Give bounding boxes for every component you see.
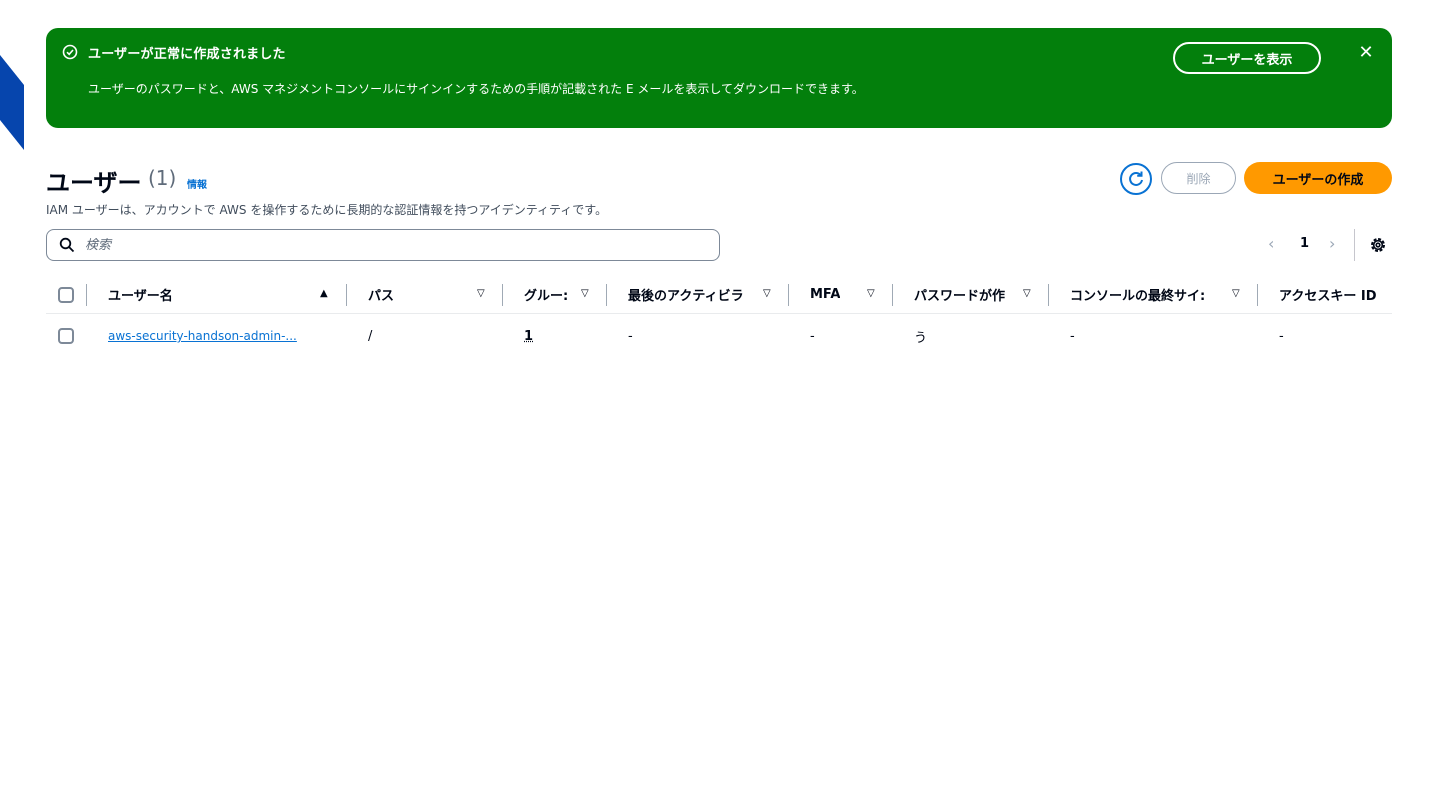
column-separator[interactable]: [606, 284, 607, 306]
refresh-button[interactable]: [1120, 163, 1152, 195]
flash-description: ユーザーのパスワードと、AWS マネジメントコンソールにサインインするための手順…: [88, 82, 864, 96]
flash-title: ユーザーが正常に作成されました: [88, 47, 286, 62]
column-header-label: パス: [368, 289, 395, 304]
column-separator[interactable]: [788, 284, 789, 306]
column-separator[interactable]: [346, 284, 347, 306]
groups-cell: 1: [524, 314, 584, 358]
sort-icon[interactable]: ▽: [581, 288, 589, 299]
user-name-link[interactable]: aws-security-handson-admin-...: [108, 329, 297, 343]
groups-count[interactable]: 1: [524, 329, 533, 344]
last-activity-cell: -: [628, 328, 633, 344]
column-header-last-activity[interactable]: 最後のアクティビラ: [628, 276, 756, 313]
column-header-label: アクセスキー ID: [1279, 289, 1377, 304]
sort-icon[interactable]: ▽: [1023, 288, 1031, 299]
column-header-access-key-id[interactable]: アクセスキー ID: [1279, 276, 1392, 313]
column-separator[interactable]: [892, 284, 893, 306]
column-header-label: コンソールの最終サイ:: [1070, 289, 1206, 304]
column-header-label: パスワードが作: [914, 289, 1006, 304]
close-icon[interactable]: ✕: [1354, 40, 1378, 64]
sort-icon[interactable]: ▽: [763, 288, 771, 299]
users-table: ユーザー名 ▲ パス ▽ グルー: ▽ 最後のアクティビラ ▽ MFA ▽ パス…: [46, 276, 1392, 358]
view-user-button[interactable]: ユーザーを表示: [1173, 42, 1321, 74]
next-page-icon[interactable]: ›: [1329, 234, 1335, 253]
sort-ascending-icon[interactable]: ▲: [320, 288, 328, 299]
info-link[interactable]: 情報: [187, 176, 207, 191]
access-key-id-cell: -: [1279, 328, 1284, 344]
edge-decoration: [0, 55, 24, 150]
select-all-cell: [58, 276, 74, 313]
column-header-mfa[interactable]: MFA: [810, 276, 860, 313]
delete-button[interactable]: 削除: [1161, 162, 1236, 194]
column-header-password-age[interactable]: パスワードが作: [914, 276, 1018, 313]
check-circle-icon: [62, 44, 78, 60]
divider: [1354, 229, 1355, 261]
column-header-label: グルー:: [524, 289, 569, 304]
sort-icon[interactable]: ▽: [867, 288, 875, 299]
select-all-checkbox[interactable]: [58, 286, 74, 303]
column-header-label: 最後のアクティビラ: [628, 289, 744, 304]
user-count: (1): [148, 166, 177, 190]
column-header-groups[interactable]: グルー:: [524, 276, 572, 313]
column-separator[interactable]: [1048, 284, 1049, 306]
user-name-cell: aws-security-handson-admin-...: [108, 314, 326, 358]
column-header-label: MFA: [810, 287, 841, 302]
create-user-button[interactable]: ユーザーの作成: [1244, 162, 1392, 194]
mfa-cell: -: [810, 328, 815, 344]
gear-icon[interactable]: [1368, 235, 1388, 255]
refresh-icon: [1129, 171, 1143, 186]
sort-icon[interactable]: ▽: [477, 288, 485, 299]
page-description: IAM ユーザーは、アカウントで AWS を操作するために長期的な認証情報を持つ…: [46, 203, 608, 217]
table-header: ユーザー名 ▲ パス ▽ グルー: ▽ 最後のアクティビラ ▽ MFA ▽ パス…: [46, 276, 1392, 314]
table-row: aws-security-handson-admin-... / 1 - - う…: [46, 314, 1392, 358]
column-header-console-last-signin[interactable]: コンソールの最終サイ:: [1070, 276, 1226, 313]
success-flash-banner: ユーザーが正常に作成されました ユーザーのパスワードと、AWS マネジメントコン…: [46, 28, 1392, 128]
search-icon: [59, 237, 75, 253]
path-cell: /: [368, 328, 373, 344]
current-page[interactable]: 1: [1300, 236, 1309, 251]
column-header-user-name[interactable]: ユーザー名: [108, 276, 288, 313]
console-last-signin-cell: -: [1070, 328, 1075, 344]
row-select-cell: [58, 314, 74, 358]
page-title: ユーザー: [46, 169, 142, 197]
previous-page-icon[interactable]: ‹: [1268, 234, 1274, 253]
password-age-cell: う: [914, 330, 928, 346]
column-separator[interactable]: [502, 284, 503, 306]
search-box: [46, 229, 720, 261]
search-input[interactable]: [85, 235, 685, 255]
sort-icon[interactable]: ▽: [1232, 288, 1240, 299]
column-separator[interactable]: [1257, 284, 1258, 306]
row-checkbox[interactable]: [58, 328, 74, 344]
column-header-path[interactable]: パス: [368, 276, 448, 313]
column-separator: [86, 284, 87, 306]
column-header-label: ユーザー名: [108, 289, 173, 304]
